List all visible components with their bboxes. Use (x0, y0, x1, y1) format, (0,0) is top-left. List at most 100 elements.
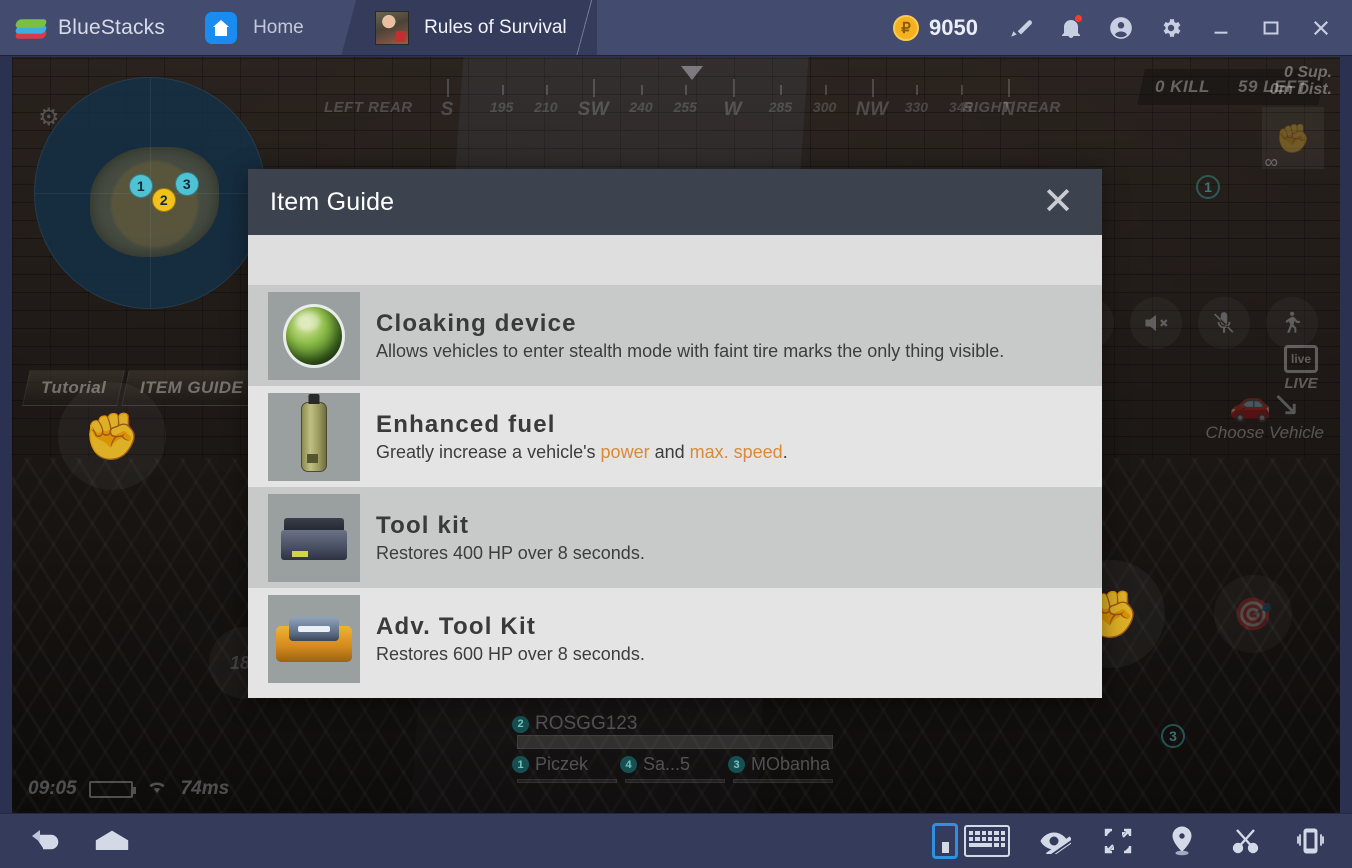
dialog-title: Item Guide (270, 187, 395, 216)
item-guide-button-label: ITEM GUIDE (140, 378, 244, 397)
teammate-health-bar (625, 779, 725, 783)
prone-button[interactable]: 🎯 (1214, 575, 1292, 653)
tool-buttons (932, 821, 1352, 861)
item-description-text: . (782, 441, 788, 462)
compass-label: 330 (904, 99, 929, 115)
minimap-pin[interactable]: 1 (128, 174, 153, 199)
back-icon[interactable] (26, 821, 66, 861)
compass-tick (732, 79, 735, 97)
item-row[interactable]: Adv. Tool Kit Restores 600 HP over 8 seco… (248, 588, 1102, 689)
item-name: Cloaking device (376, 309, 577, 337)
player-name: Sa...5 (643, 754, 691, 774)
minimap[interactable]: 123 (34, 77, 266, 309)
keyboard-icon[interactable] (964, 825, 1010, 857)
game-viewport[interactable]: LEFT REAR RIGHT REAR S 195 210 SW 240 255 W 285… (12, 57, 1340, 813)
compass-label: 255 (673, 99, 697, 115)
compass-left-rear: LEFT REAR (323, 99, 413, 116)
player-tag-2: 4 Sa...5 (620, 754, 690, 775)
close-icon[interactable]: ✕ (1036, 183, 1080, 221)
brush-icon[interactable] (996, 0, 1046, 56)
vehicle-icon: 🚗↘ (1229, 385, 1301, 423)
minimap-pin[interactable]: 2 (151, 187, 176, 212)
home-nav-icon[interactable] (92, 821, 132, 861)
compass-tick (960, 85, 963, 95)
tab-rules-of-survival[interactable]: Rules of Survival (335, 0, 598, 55)
supply-count: 0 Sup. (1283, 64, 1332, 81)
compass-tick (780, 85, 783, 95)
compass-label: NW (855, 99, 889, 120)
item-description: Greatly increase a vehicle's power and m… (376, 442, 788, 463)
tool-kit-icon (268, 493, 360, 582)
compass-tick (872, 79, 875, 97)
item-row[interactable]: Enhanced fuel Greatly increase a vehicle'… (248, 386, 1102, 487)
shake-phone-icon[interactable] (1290, 821, 1330, 861)
bell-icon[interactable] (1046, 0, 1096, 56)
item-description-text: Restores 600 HP over 8 seconds. (376, 643, 645, 664)
compass-marker-icon (681, 66, 703, 80)
coin-balance[interactable]: ₽ 9050 (893, 14, 978, 41)
compass-label: 285 (768, 99, 793, 115)
ammo-infinity: ∞ (1264, 152, 1278, 173)
titlebar-actions: ₽ 9050 (893, 0, 1352, 55)
item-row[interactable]: Tool kit Restores 400 HP over 8 seconds. (248, 487, 1102, 588)
gear-icon[interactable] (1146, 0, 1196, 56)
compass-label: N (1001, 99, 1016, 120)
location-pin-icon[interactable] (1162, 821, 1202, 861)
scissors-icon[interactable] (1226, 821, 1266, 861)
punch-button[interactable]: ✊ (58, 382, 166, 490)
player-name: Piczek (535, 754, 589, 774)
item-guide-dialog: Item Guide ✕ Cloaking device Allows vehic… (248, 169, 1102, 698)
compass-label: SW (577, 99, 610, 120)
item-description-text: Allows vehicles to enter stealth mode wi… (376, 340, 1005, 361)
teammate-marker-3: 3 (1161, 724, 1185, 748)
eye-off-icon[interactable] (1034, 821, 1074, 861)
enhanced-fuel-icon (268, 392, 360, 481)
run-icon[interactable] (1266, 297, 1318, 349)
compass-tick (641, 85, 643, 95)
compass-tick (447, 79, 450, 97)
player-number: 4 (620, 756, 637, 773)
map-settings-gear-icon[interactable]: ⚙ (38, 103, 60, 132)
compass-tick (916, 85, 919, 95)
close-icon[interactable] (1296, 0, 1346, 56)
cloaking-device-icon (268, 291, 360, 380)
game-app-icon (375, 10, 410, 45)
maximize-icon[interactable] (1246, 0, 1296, 56)
compass-tick (685, 85, 688, 95)
compass-ticks (352, 79, 1032, 99)
item-description-highlight: max. speed (689, 441, 783, 462)
item-list: Cloaking device Allows vehicles to enter … (248, 285, 1102, 698)
teammate-marker-1: 1 (1196, 175, 1220, 199)
compass-label: 195 (489, 99, 514, 115)
item-description-highlight: power (600, 441, 650, 462)
account-icon[interactable] (1096, 0, 1146, 56)
mic-off-icon[interactable] (1198, 297, 1250, 349)
choose-vehicle[interactable]: 🚗↘ Choose Vehicle (1206, 387, 1324, 443)
input-mode-group (932, 823, 1010, 859)
supply-info: 0 Sup. 0m Dist. (1270, 64, 1332, 99)
compass-tick (593, 79, 596, 97)
compass-label: 345 (948, 99, 973, 115)
item-description: Restores 400 HP over 8 seconds. (376, 543, 645, 564)
item-description-text: Restores 400 HP over 8 seconds. (376, 542, 645, 563)
compass-label: 210 (534, 99, 558, 115)
player-tag-1: 1 Piczek (512, 754, 588, 775)
item-name: Enhanced fuel (376, 410, 556, 438)
item-row[interactable]: Cloaking device Allows vehicles to enter … (248, 285, 1102, 386)
item-texts: Enhanced fuel Greatly increase a vehicle'… (376, 411, 788, 463)
coin-icon: ₽ (893, 14, 920, 41)
player-name: ROSGG123 (535, 713, 638, 734)
minimize-icon[interactable] (1196, 0, 1246, 56)
brand-name: BlueStacks (58, 15, 166, 39)
item-texts: Tool kit Restores 400 HP over 8 seconds. (376, 512, 645, 564)
minimap-pin[interactable]: 3 (174, 171, 199, 196)
compass-label: S (440, 99, 454, 120)
item-name: Adv. Tool Kit (376, 612, 537, 640)
item-description-text: and (649, 441, 690, 462)
fullscreen-icon[interactable] (1098, 821, 1138, 861)
portrait-mode-icon[interactable] (932, 823, 958, 859)
speaker-mute-icon[interactable] (1130, 297, 1182, 349)
brand: BlueStacks (0, 0, 188, 55)
tab-home[interactable]: Home (187, 0, 359, 55)
item-description: Allows vehicles to enter stealth mode wi… (376, 341, 1004, 362)
